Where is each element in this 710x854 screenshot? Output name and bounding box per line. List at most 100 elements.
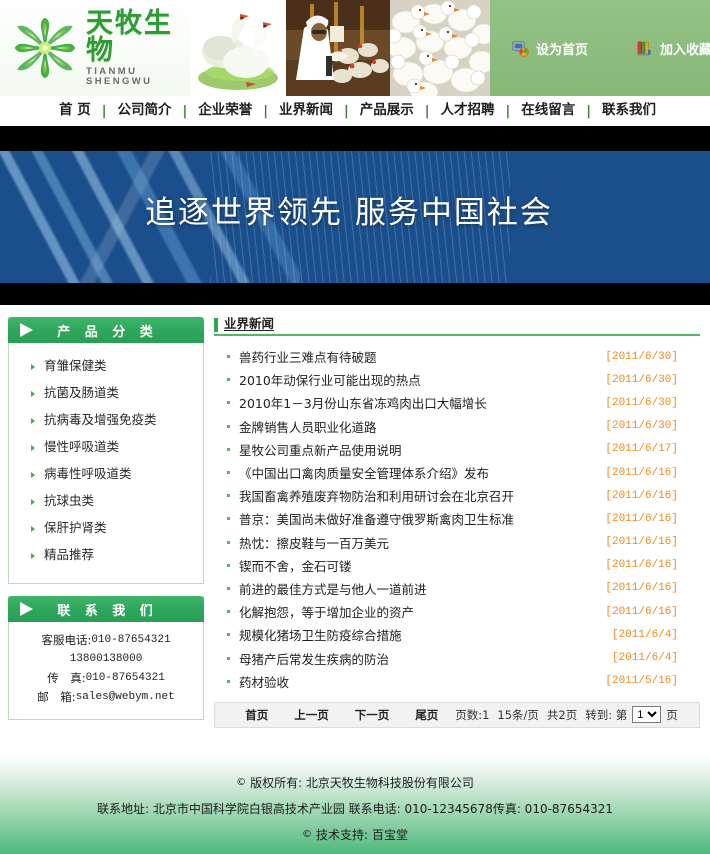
sidebar-item-antiviral-immunity[interactable]: 抗病毒及增强免疫类	[9, 407, 203, 434]
news-date: [2011/6/30]	[605, 350, 678, 363]
banner-slogan: 追逐世界领先 服务中国社会	[145, 195, 553, 231]
bullet-icon	[227, 355, 230, 359]
sidebar-item-viral-respiratory[interactable]: 病毒性呼吸道类	[9, 461, 203, 488]
list-item[interactable]: 母猪产后常发生疾病的防治 [2011/6/4]	[214, 646, 700, 669]
contact-label: 客服电话:	[41, 633, 92, 647]
bullet-arrow-icon	[31, 552, 35, 559]
triangle-right-icon	[20, 323, 33, 337]
pagination-page-select[interactable]: 1 2	[632, 706, 662, 724]
geese-photo	[190, 0, 286, 96]
logo-name-cn: 天牧生物	[86, 8, 173, 66]
contact-row: 传 真: 010-87654321	[9, 669, 203, 688]
sidebar-item-anticoccidial[interactable]: 抗球虫类	[9, 488, 203, 515]
bullet-icon	[227, 610, 230, 614]
list-item[interactable]: 热忱：擦皮鞋与一百万美元 [2011/6/16]	[214, 531, 700, 554]
news-title: 前进的最佳方式是与他人一道前进	[239, 581, 427, 597]
news-date: [2011/6/30]	[605, 420, 678, 433]
bullet-icon	[227, 494, 230, 498]
list-item[interactable]: 药材验收 [2011/5/16]	[214, 670, 700, 693]
nav-item-contact-us[interactable]: 联系我们	[591, 104, 667, 118]
nav-item-home[interactable]: 首 页	[48, 104, 102, 118]
news-title: 金牌销售人员职业化道路	[239, 419, 377, 435]
sidebar-item-label: 病毒性呼吸道类	[44, 466, 132, 482]
news-date: [2011/6/16]	[605, 489, 678, 502]
nav-item-industry-news[interactable]: 业界新闻	[268, 104, 344, 118]
bullet-icon	[227, 424, 230, 428]
news-date: [2011/6/4]	[611, 628, 678, 641]
list-item[interactable]: 2010年动保行业可能出现的热点 [2011/6/30]	[214, 368, 700, 391]
list-item[interactable]: 化解抱怨，等于增加企业的资产 [2011/6/16]	[214, 600, 700, 623]
triangle-right-icon	[20, 602, 33, 616]
section-header: 业界新闻	[214, 317, 700, 336]
news-date: [2011/6/17]	[605, 443, 678, 456]
product-category-title: 产 品 分 类	[57, 324, 158, 340]
contact-label: 传 真:	[47, 671, 86, 685]
chicks-photo	[390, 0, 490, 96]
contact-value: 13800138000	[69, 653, 143, 665]
bullet-icon	[227, 586, 230, 590]
sidebar-item-chronic-respiratory[interactable]: 慢性呼吸道类	[9, 434, 203, 461]
copyright-icon: ©	[301, 828, 312, 840]
contact-email-value[interactable]: sales@webym.net	[76, 688, 175, 707]
news-title: 热忱：擦皮鞋与一百万美元	[239, 535, 390, 551]
list-item[interactable]: 我国畜禽养殖废弃物防治和利用研讨会在北京召开 [2011/6/16]	[214, 484, 700, 507]
sidebar-item-brooding-health[interactable]: 育雏保健类	[9, 353, 203, 380]
list-item[interactable]: 普京：美国尚未做好准备遵守俄罗斯禽肉卫生标准 [2011/6/16]	[214, 507, 700, 530]
add-favorite-button[interactable]: 加入收藏	[636, 39, 710, 58]
sidebar-item-liver-kidney-protection[interactable]: 保肝护肾类	[9, 515, 203, 542]
set-homepage-button[interactable]: 设为首页	[512, 39, 588, 58]
bullet-arrow-icon	[31, 444, 35, 451]
bullet-icon	[227, 656, 230, 660]
list-item[interactable]: 金牌销售人员职业化道路 [2011/6/30]	[214, 415, 700, 438]
worker-poultry-photo	[286, 0, 390, 96]
news-title: 星牧公司重点新产品使用说明	[239, 442, 402, 458]
news-date: [2011/6/4]	[611, 652, 678, 665]
pagination-goto-label: 转到: 第	[585, 707, 628, 722]
sidebar-item-featured-products[interactable]: 精品推荐	[9, 542, 203, 569]
site-logo[interactable]: 天牧生物 TIANMU SHENGWU	[0, 0, 190, 96]
pagination-prev-page[interactable]: 上一页	[281, 707, 342, 723]
news-date: [2011/6/30]	[605, 396, 678, 409]
pagination-per-page: 15条/页	[497, 707, 539, 722]
sidebar-item-antibacterial-intestinal[interactable]: 抗菌及肠道类	[9, 380, 203, 407]
sidebar: 产 品 分 类 育雏保健类 抗菌及肠道类 抗病毒及增强免疫类 慢性呼吸道类 病毒…	[8, 317, 204, 757]
news-date: [2011/5/16]	[605, 675, 678, 688]
footer-support-name[interactable]: 百宝堂	[372, 826, 408, 843]
footer-address-line: 联系地址: 北京市中国科学院白银高技术产业园 联系电话: 010-1234567…	[97, 800, 613, 817]
page-root: 天牧生物 TIANMU SHENGWU 设为首页 加入收藏 首 页 | 公司简介…	[0, 0, 710, 854]
bullet-icon	[227, 679, 230, 683]
pagination-bar: 首页 上一页 下一页 尾页 页数:1 15条/页 共2页 转到: 第 1 2 页	[214, 701, 700, 728]
bullet-icon	[227, 540, 230, 544]
news-main-column: 业界新闻 兽药行业三难点有待破题 [2011/6/30] 2010年动保行业可能…	[214, 317, 700, 757]
pagination-first-page[interactable]: 首页	[232, 707, 281, 723]
pagination-last-page[interactable]: 尾页	[402, 707, 451, 723]
footer-copyright-line: © 版权所有: 北京天牧生物科技股份有限公司	[236, 774, 474, 791]
news-title: 兽药行业三难点有待破题	[239, 350, 377, 366]
nav-item-recruitment[interactable]: 人才招聘	[429, 104, 505, 118]
nav-item-honors[interactable]: 企业荣誉	[187, 104, 263, 118]
list-item[interactable]: 《中国出口禽肉质量安全管理体系介绍》发布 [2011/6/16]	[214, 461, 700, 484]
bullet-arrow-icon	[31, 498, 35, 505]
list-item[interactable]: 规模化猪场卫生防疫综合措施 [2011/6/4]	[214, 623, 700, 646]
list-item[interactable]: 前进的最佳方式是与他人一道前进 [2011/6/16]	[214, 577, 700, 600]
contact-row: 13800138000	[9, 650, 203, 669]
news-date: [2011/6/16]	[605, 605, 678, 618]
contact-label: 邮 箱:	[37, 690, 76, 704]
list-item[interactable]: 兽药行业三难点有待破题 [2011/6/30]	[214, 345, 700, 368]
list-item[interactable]: 星牧公司重点新产品使用说明 [2011/6/17]	[214, 438, 700, 461]
sidebar-item-label: 育雏保健类	[44, 358, 107, 374]
pagination-next-page[interactable]: 下一页	[342, 707, 403, 723]
set-homepage-icon	[512, 40, 529, 57]
nav-item-message-board[interactable]: 在线留言	[510, 104, 586, 118]
page-title: 业界新闻	[224, 316, 275, 332]
product-category-list: 育雏保健类 抗菌及肠道类 抗病毒及增强免疫类 慢性呼吸道类 病毒性呼吸道类 抗球…	[9, 343, 203, 583]
news-date: [2011/6/16]	[605, 559, 678, 572]
nav-item-products[interactable]: 产品展示	[349, 104, 425, 118]
list-item[interactable]: 锲而不舍，金石可镂 [2011/6/16]	[214, 554, 700, 577]
bullet-icon	[227, 633, 230, 637]
nav-item-company-profile[interactable]: 公司简介	[106, 104, 182, 118]
section-accent-bar	[214, 317, 218, 332]
news-title: 我国畜禽养殖废弃物防治和利用研讨会在北京召开	[239, 489, 515, 505]
bullet-icon	[227, 447, 230, 451]
list-item[interactable]: 2010年1－3月份山东省冻鸡肉出口大幅增长 [2011/6/30]	[214, 391, 700, 414]
